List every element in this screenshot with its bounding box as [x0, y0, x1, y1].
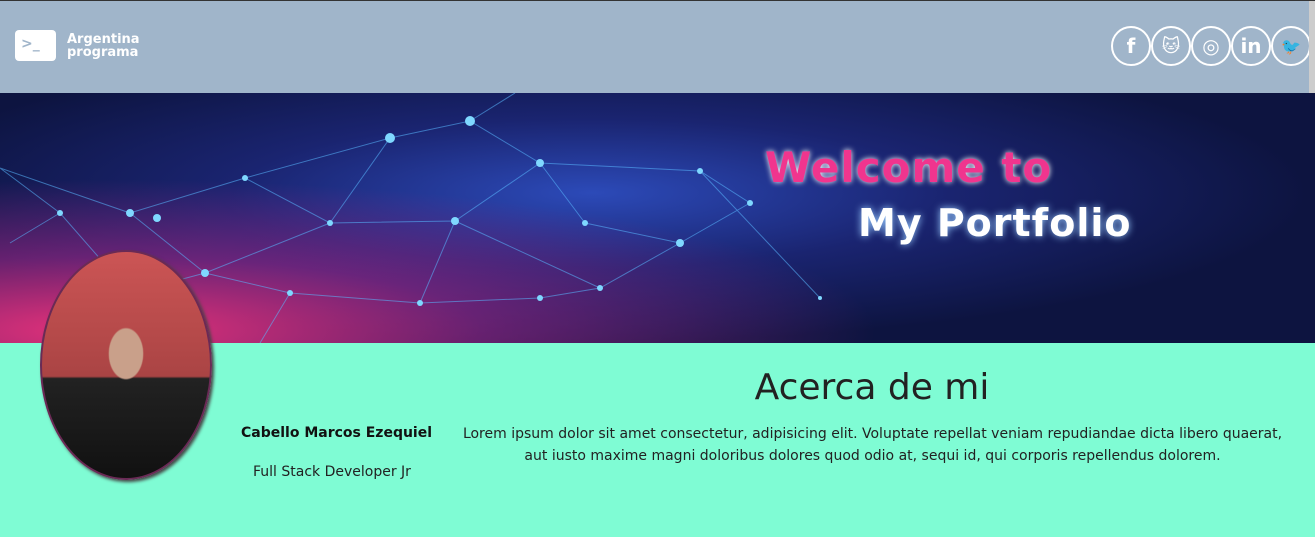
scrollbar[interactable] — [1309, 1, 1315, 93]
logo-glyph: >_ — [21, 36, 40, 52]
linkedin-icon[interactable]: in — [1231, 26, 1271, 66]
profile-name: Cabello Marcos Ezequiel — [241, 425, 433, 441]
instagram-icon[interactable]: ◎ — [1191, 26, 1231, 66]
social-links: f 🐱 ◎ in 🐦 — [1111, 26, 1311, 66]
profile-role: Full Stack Developer Jr — [253, 464, 411, 480]
about-text: Lorem ipsum dolor sit amet consectetur, … — [462, 426, 1283, 464]
twitter-icon[interactable]: 🐦 — [1271, 26, 1311, 66]
argentina-programa-logo[interactable]: >_ Argentina programa — [15, 30, 140, 61]
banner-welcome-text: Welcome to — [765, 143, 1053, 192]
navbar: >_ Argentina programa f 🐱 ◎ in 🐦 — [0, 1, 1315, 93]
profile-photo — [40, 250, 212, 480]
terminal-icon: >_ — [15, 30, 56, 61]
about-title: Acerca de mi — [754, 367, 990, 408]
facebook-icon[interactable]: f — [1111, 26, 1151, 66]
logo-line2: programa — [67, 44, 139, 60]
github-icon[interactable]: 🐱 — [1151, 26, 1191, 66]
banner-portfolio-text: My Portfolio — [858, 201, 1132, 245]
logo-line1: Argentina — [67, 31, 140, 47]
logo-text: Argentina programa — [67, 33, 140, 59]
